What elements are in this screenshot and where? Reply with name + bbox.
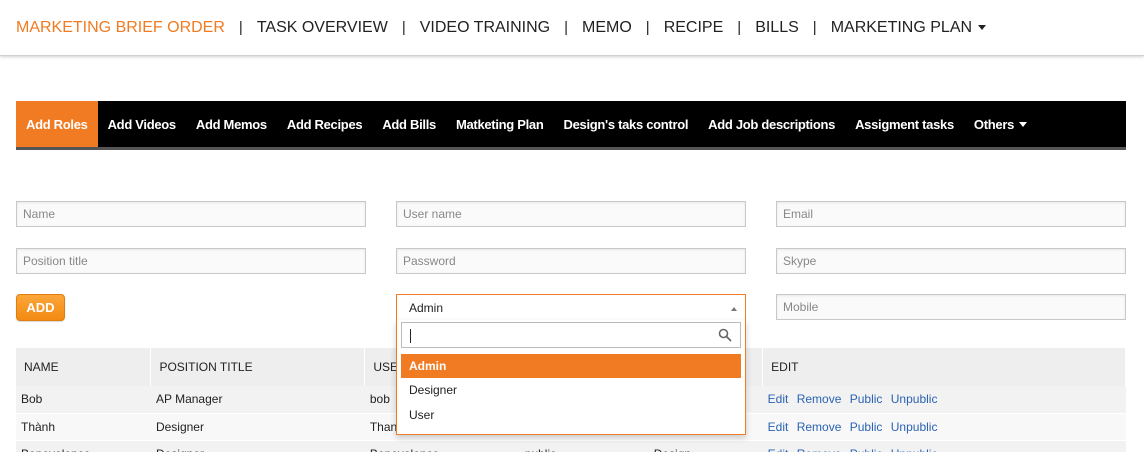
edit-link[interactable]: Edit (768, 447, 789, 452)
cell: Design (648, 440, 763, 452)
mobile-field[interactable] (776, 294, 1126, 320)
tab-add-memos[interactable]: Add Memos (186, 101, 277, 147)
cell-actions: Edit Remove Public Unpublic (762, 413, 1126, 441)
role-search-input[interactable] (401, 322, 741, 348)
public-link[interactable]: Public (850, 420, 883, 434)
cell-name: Thành (16, 413, 151, 441)
table-row: Benevolence Designer Benevolence public … (16, 440, 1126, 452)
nav-separator: | (564, 19, 569, 36)
nav-separator: | (645, 19, 650, 36)
text-cursor (410, 329, 411, 343)
cell-name: Bob (16, 386, 151, 414)
nav-marketing-plan-label: MARKETING PLAN (830, 18, 973, 36)
edit-link[interactable]: Edit (768, 420, 789, 434)
role-select-value: Admin (409, 301, 444, 315)
remove-link[interactable]: Remove (797, 447, 842, 452)
search-icon (718, 328, 732, 342)
public-link[interactable]: Public (850, 392, 883, 406)
tab-marketing-plan[interactable]: Matketing Plan (446, 101, 554, 147)
nav-video-training[interactable]: VIDEO TRAINING (420, 19, 550, 37)
cell-user: Benevolence (364, 440, 520, 452)
add-button[interactable]: ADD (16, 294, 65, 321)
tab-add-recipes[interactable]: Add Recipes (277, 101, 372, 147)
email-field[interactable] (776, 201, 1126, 227)
role-option-user[interactable]: User (401, 403, 741, 427)
nav-separator: | (812, 19, 817, 36)
skype-field[interactable] (776, 248, 1126, 274)
top-navigation: MARKETING BRIEF ORDER | TASK OVERVIEW | … (0, 0, 1144, 56)
cell-position: Designer (150, 413, 365, 441)
role-dropdown: Admin Designer User (396, 320, 746, 435)
chevron-up-icon (731, 307, 737, 311)
remove-link[interactable]: Remove (797, 420, 842, 434)
cell: public (519, 440, 649, 452)
cell-actions: Edit Remove Public Unpublic (762, 386, 1126, 414)
role-select[interactable]: Admin (396, 294, 746, 321)
chevron-down-icon (978, 24, 987, 30)
tab-add-job-descriptions[interactable]: Add Job descriptions (698, 101, 845, 147)
tab-add-videos[interactable]: Add Videos (98, 101, 186, 147)
name-field[interactable] (16, 201, 366, 227)
cell-position: Designer (150, 440, 365, 452)
unpublic-link[interactable]: Unpublic (891, 392, 938, 406)
column-header-edit: EDIT (762, 348, 1126, 386)
cell-name: Benevolence (16, 440, 151, 452)
edit-link[interactable]: Edit (768, 392, 789, 406)
column-header-position-title[interactable]: POSITION TITLE (150, 348, 366, 386)
nav-marketing-plan[interactable]: MARKETING PLAN (830, 18, 987, 37)
role-option-designer[interactable]: Designer (401, 378, 741, 402)
unpublic-link[interactable]: Unpublic (891, 447, 938, 452)
nav-separator: | (737, 19, 742, 36)
password-field[interactable] (396, 248, 746, 274)
nav-separator: | (238, 19, 243, 36)
tab-others[interactable]: Others (964, 101, 1037, 147)
nav-memo[interactable]: MEMO (582, 19, 632, 37)
cell-actions: Edit Remove Public Unpublic (762, 440, 1126, 452)
nav-recipe[interactable]: RECIPE (664, 19, 724, 37)
tab-assignment-tasks[interactable]: Assigment tasks (845, 101, 964, 147)
username-field[interactable] (396, 201, 746, 227)
column-header-name[interactable]: NAME (16, 348, 152, 386)
tab-add-roles[interactable]: Add Roles (16, 101, 98, 147)
nav-separator: | (401, 19, 406, 36)
role-option-admin[interactable]: Admin (401, 354, 741, 378)
position-title-field[interactable] (16, 248, 366, 274)
nav-marketing-brief-order[interactable]: MARKETING BRIEF ORDER (16, 19, 225, 37)
admin-subnav: Add Roles Add Videos Add Memos Add Recip… (16, 101, 1126, 150)
nav-bills[interactable]: BILLS (755, 19, 799, 37)
tab-others-label: Others (973, 116, 1015, 132)
unpublic-link[interactable]: Unpublic (891, 420, 938, 434)
chevron-down-icon (1019, 121, 1028, 127)
tab-designs-task-control[interactable]: Design's taks control (554, 101, 699, 147)
tab-add-bills[interactable]: Add Bills (372, 101, 446, 147)
remove-link[interactable]: Remove (797, 392, 842, 406)
nav-task-overview[interactable]: TASK OVERVIEW (257, 19, 388, 37)
cell-position: AP Manager (150, 386, 365, 414)
public-link[interactable]: Public (850, 447, 883, 452)
